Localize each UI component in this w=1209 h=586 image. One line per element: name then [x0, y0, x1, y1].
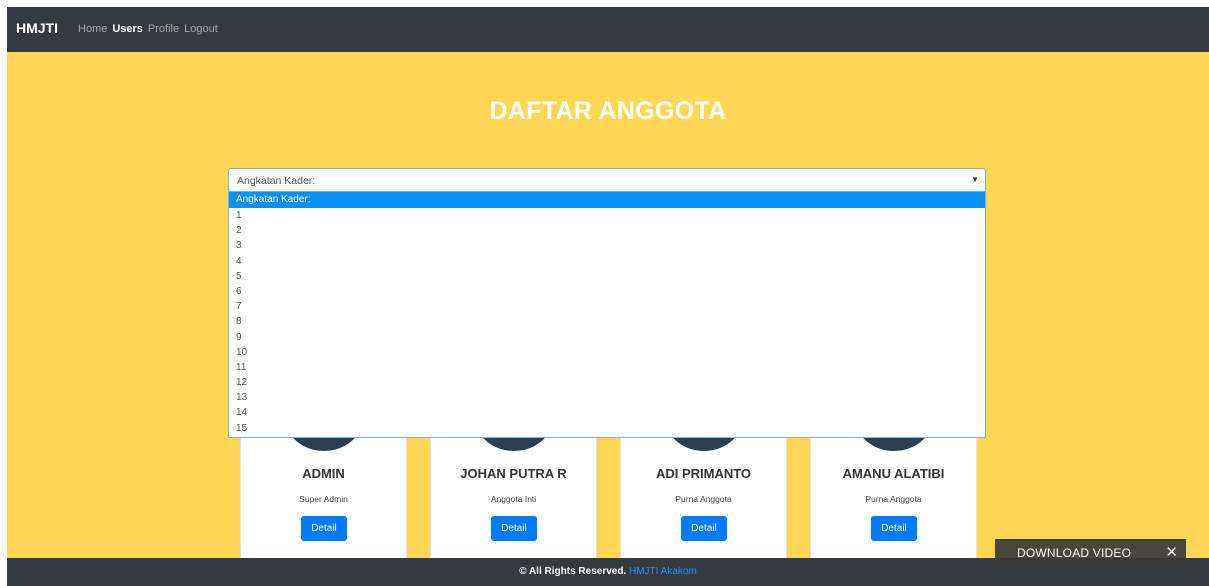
navbar: HMJTI Home Users Profile Logout: [7, 7, 1209, 52]
dropdown-option[interactable]: 14: [229, 405, 985, 420]
angkatan-select[interactable]: Angkatan Kader: ▼: [228, 168, 986, 192]
nav-link-users[interactable]: Users: [112, 23, 143, 35]
dropdown-option[interactable]: 11: [229, 360, 985, 375]
dropdown-option[interactable]: 4: [229, 254, 985, 269]
download-video-button[interactable]: DOWNLOAD VIDEO: [1017, 546, 1131, 560]
dropdown-option[interactable]: 3: [229, 238, 985, 253]
footer-link[interactable]: HMJTI Akakom: [629, 566, 697, 577]
member-card: ADI PRIMANTO Purna Anggota Detail: [620, 432, 787, 558]
member-name: ADMIN: [302, 466, 345, 481]
member-role: Anggota Inti: [490, 494, 537, 504]
member-name: ADI PRIMANTO: [655, 466, 752, 481]
select-value: Angkatan Kader:: [237, 175, 316, 187]
member-card: JOHAN PUTRA R Anggota Inti Detail: [430, 432, 597, 558]
hero-section: DAFTAR ANGGOTA Angkatan Kader: ▼ Angkata…: [7, 52, 1209, 558]
member-card: AMANU ALATIBI Purna Anggota Detail: [810, 432, 977, 558]
top-strip: [0, 0, 1209, 7]
dropdown-option[interactable]: 6: [229, 284, 985, 299]
nav-link-profile[interactable]: Profile: [148, 23, 179, 35]
page-title: DAFTAR ANGGOTA: [489, 97, 727, 125]
dropdown-option[interactable]: 7: [229, 299, 985, 314]
member-role: Purna Anggota: [675, 494, 732, 504]
detail-button[interactable]: Detail: [871, 516, 917, 541]
download-video-bar: DOWNLOAD VIDEO ✕: [995, 539, 1186, 566]
dropdown-option[interactable]: 2: [229, 223, 985, 238]
dropdown-option[interactable]: 13: [229, 390, 985, 405]
navbar-brand[interactable]: HMJTI: [16, 20, 58, 36]
dropdown-option[interactable]: 10: [229, 345, 985, 360]
detail-button[interactable]: Detail: [301, 516, 347, 541]
nav-link-home[interactable]: Home: [78, 23, 107, 35]
angkatan-dropdown-list: Angkatan Kader: 1 2 3 4 5 6 7 8 9 10 11 …: [228, 192, 986, 438]
chevron-down-icon: ▼: [971, 175, 979, 184]
member-name: AMANU ALATIBI: [842, 466, 945, 481]
detail-button[interactable]: Detail: [491, 516, 537, 541]
dropdown-option[interactable]: 12: [229, 375, 985, 390]
member-role: Super Admin: [299, 494, 348, 504]
dropdown-option[interactable]: 8: [229, 314, 985, 329]
dropdown-option[interactable]: Angkatan Kader:: [229, 192, 985, 208]
member-name: JOHAN PUTRA R: [460, 466, 567, 481]
detail-button[interactable]: Detail: [681, 516, 727, 541]
dropdown-option[interactable]: 5: [229, 269, 985, 284]
close-icon[interactable]: ✕: [1165, 543, 1178, 561]
footer-copyright: © All Rights Reserved.: [519, 566, 627, 577]
dropdown-option[interactable]: 15: [229, 421, 985, 436]
member-card: ADMIN Super Admin Detail: [240, 432, 407, 558]
dropdown-option[interactable]: 9: [229, 330, 985, 345]
member-role: Purna Anggota: [865, 494, 922, 504]
page: HMJTI Home Users Profile Logout DAFTAR A…: [0, 0, 1209, 586]
dropdown-option[interactable]: 1: [229, 208, 985, 223]
nav-link-logout[interactable]: Logout: [184, 23, 218, 35]
